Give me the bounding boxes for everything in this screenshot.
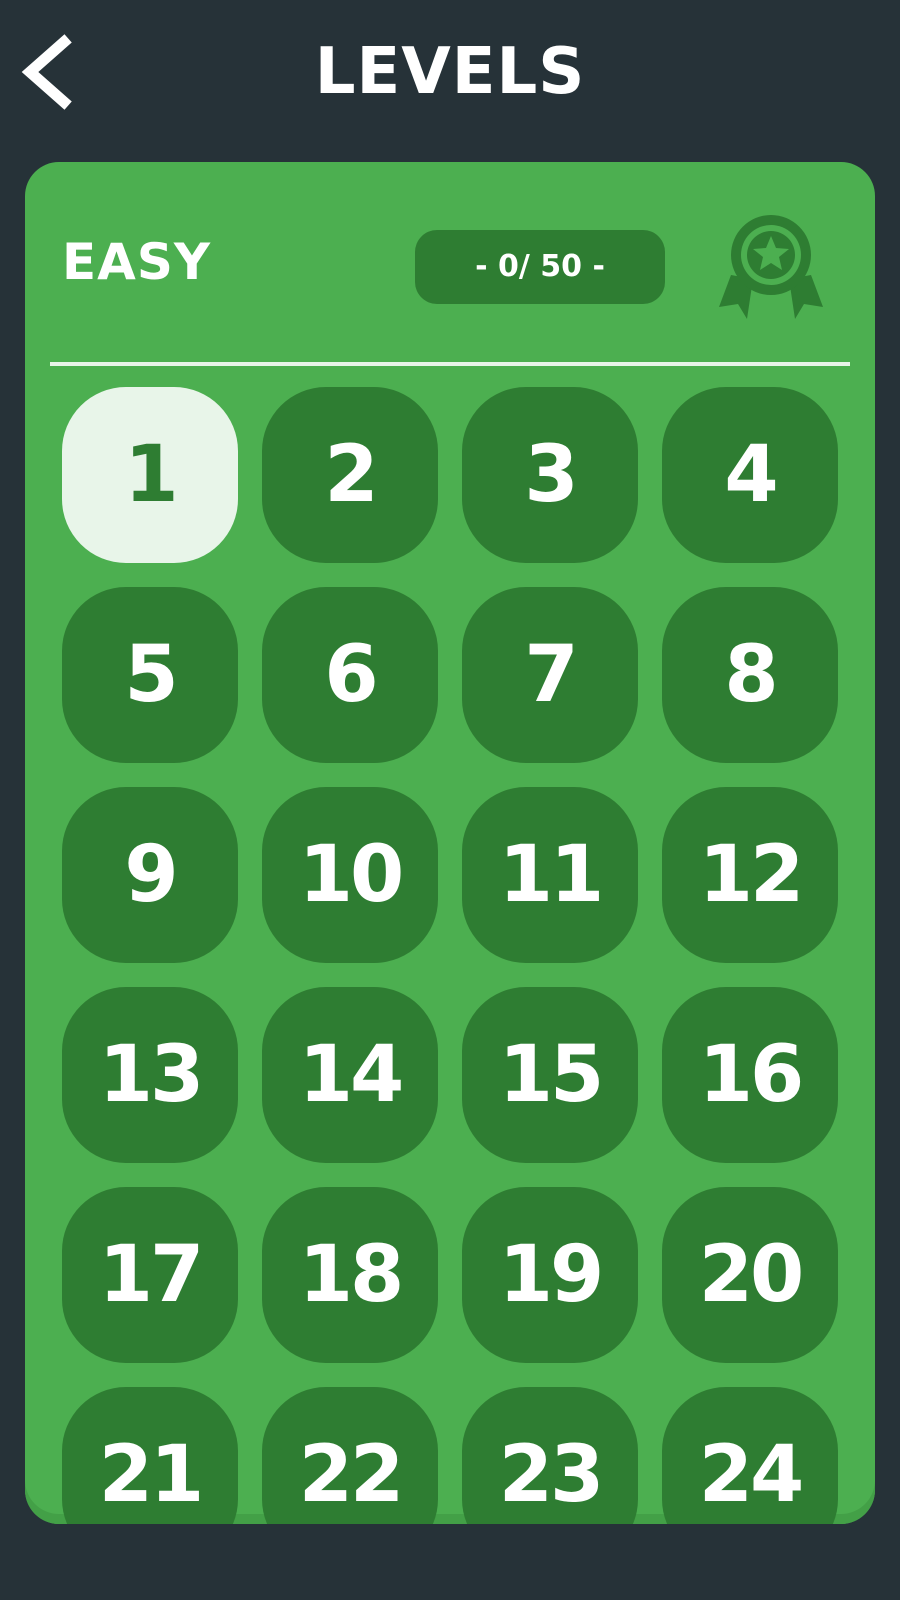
level-button-8[interactable]: 8: [662, 587, 838, 763]
level-button-16[interactable]: 16: [662, 987, 838, 1163]
level-button-20[interactable]: 20: [662, 1187, 838, 1363]
difficulty-label: EASY: [62, 233, 212, 291]
level-button-4[interactable]: 4: [662, 387, 838, 563]
progress-counter: - 0/ 50 -: [415, 230, 665, 304]
level-button-13[interactable]: 13: [62, 987, 238, 1163]
level-button-1[interactable]: 1: [62, 387, 238, 563]
divider: [50, 362, 850, 366]
award-ribbon-star-icon: [719, 215, 823, 319]
level-button-22[interactable]: 22: [262, 1387, 438, 1524]
level-button-2[interactable]: 2: [262, 387, 438, 563]
level-button-10[interactable]: 10: [262, 787, 438, 963]
level-button-23[interactable]: 23: [462, 1387, 638, 1524]
level-button-6[interactable]: 6: [262, 587, 438, 763]
level-button-12[interactable]: 12: [662, 787, 838, 963]
levels-screen: LEVELS EASY - 0/ 50 - 1 2 3 4 5 6 7 8 9 10 11 12 13 1…: [0, 0, 900, 1600]
level-button-7[interactable]: 7: [462, 587, 638, 763]
level-button-3[interactable]: 3: [462, 387, 638, 563]
level-button-17[interactable]: 17: [62, 1187, 238, 1363]
page-title: LEVELS: [314, 35, 586, 109]
level-button-18[interactable]: 18: [262, 1187, 438, 1363]
level-button-21[interactable]: 21: [62, 1387, 238, 1524]
level-grid: 1 2 3 4 5 6 7 8 9 10 11 12 13 14 15 16 17 18 19 20 21 22 23 24: [62, 387, 838, 1524]
award-button[interactable]: [713, 207, 829, 325]
level-button-19[interactable]: 19: [462, 1187, 638, 1363]
level-button-14[interactable]: 14: [262, 987, 438, 1163]
level-button-11[interactable]: 11: [462, 787, 638, 963]
level-button-5[interactable]: 5: [62, 587, 238, 763]
level-button-24[interactable]: 24: [662, 1387, 838, 1524]
level-button-15[interactable]: 15: [462, 987, 638, 1163]
level-panel: EASY - 0/ 50 - 1 2 3 4 5 6 7 8 9 10 11 12 13 14 15 16 17…: [25, 162, 875, 1524]
level-button-9[interactable]: 9: [62, 787, 238, 963]
